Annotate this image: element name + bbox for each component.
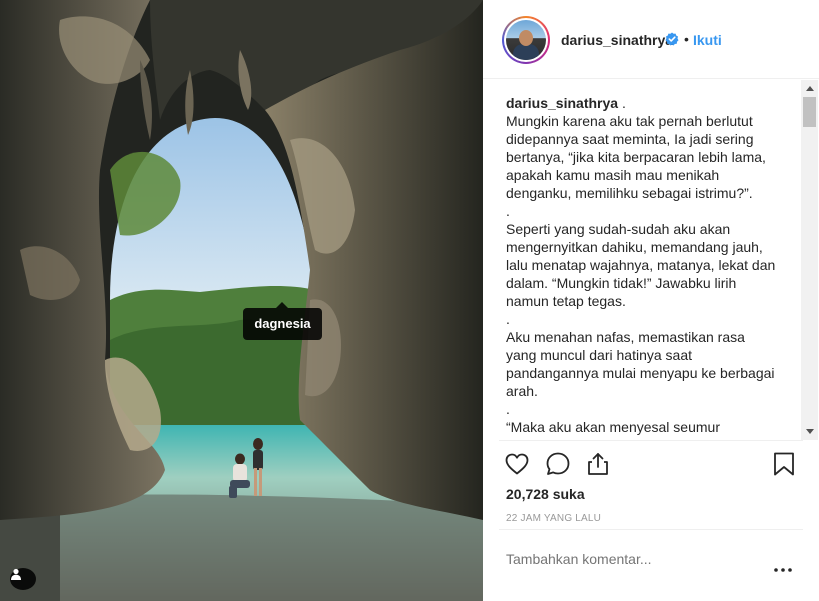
- like-count[interactable]: 20,728 suka: [506, 486, 585, 502]
- arrow-up-icon: [805, 86, 814, 91]
- cave-beach-image: [0, 0, 483, 601]
- comment-icon[interactable]: [545, 451, 571, 477]
- post-sidebar: darius_sinathrya • Ikuti darius_sinathry…: [483, 0, 819, 601]
- verified-badge-icon: [665, 32, 679, 46]
- scroll-up-button[interactable]: [801, 80, 818, 97]
- bookmark-icon[interactable]: [771, 451, 797, 477]
- more-icon[interactable]: [772, 565, 794, 575]
- post-photo[interactable]: dagnesia: [0, 0, 483, 601]
- share-icon[interactable]: [585, 451, 611, 477]
- post-timestamp[interactable]: 22 JAM YANG LALU: [506, 513, 601, 524]
- divider: [499, 529, 803, 530]
- divider: [499, 440, 803, 441]
- scroll-down-button[interactable]: [801, 423, 818, 440]
- caption-area[interactable]: darius_sinathrya . Mungkin karena aku ta…: [483, 80, 819, 440]
- user-tag-button[interactable]: [10, 568, 36, 590]
- caption-username[interactable]: darius_sinathrya: [506, 95, 618, 111]
- caption-text: . Mungkin karena aku tak pernah berlutut…: [506, 95, 776, 440]
- header-username[interactable]: darius_sinathrya: [561, 32, 673, 48]
- comment-input[interactable]: [506, 551, 746, 567]
- caption-scrollbar[interactable]: [801, 80, 818, 440]
- arrow-down-icon: [805, 429, 814, 434]
- scroll-thumb[interactable]: [803, 97, 816, 127]
- header-separator: •: [684, 31, 689, 47]
- photo-tag[interactable]: dagnesia: [243, 302, 322, 340]
- avatar[interactable]: [502, 16, 550, 64]
- follow-button[interactable]: Ikuti: [693, 32, 722, 48]
- post-header: darius_sinathrya • Ikuti: [483, 0, 819, 79]
- user-tag-icon: [11, 568, 21, 580]
- caption: darius_sinathrya . Mungkin karena aku ta…: [506, 94, 776, 440]
- heart-icon[interactable]: [504, 451, 530, 477]
